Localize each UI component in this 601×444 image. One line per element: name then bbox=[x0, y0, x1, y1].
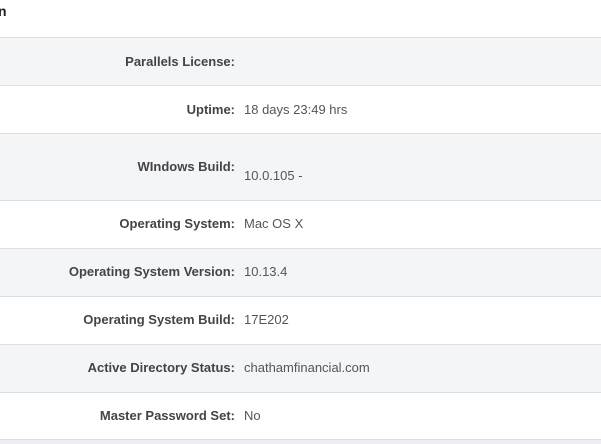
detail-row-windows-build: WIndows Build: 10.0.105 - bbox=[0, 133, 601, 200]
uptime-label: Uptime: bbox=[186, 102, 235, 117]
operating-system-value: Mac OS X bbox=[244, 216, 304, 231]
windows-build-label: WIndows Build: bbox=[137, 159, 235, 174]
active-directory-status-value: chathamfinancial.com bbox=[244, 360, 370, 375]
bottom-divider bbox=[0, 439, 601, 444]
os-build-label: Operating System Build: bbox=[83, 312, 235, 327]
detail-row-parallels-license: Parallels License: bbox=[0, 37, 601, 85]
detail-row-uptime: Uptime: 18 days 23:49 hrs bbox=[0, 85, 601, 133]
os-version-value: 10.13.4 bbox=[244, 264, 288, 279]
details-list: Parallels License: Uptime: 18 days 23:49… bbox=[0, 37, 601, 439]
detail-row-active-directory-status: Active Directory Status: chathamfinancia… bbox=[0, 344, 601, 392]
operating-system-label: Operating System: bbox=[119, 216, 235, 231]
master-password-set-label: Master Password Set: bbox=[99, 408, 235, 423]
os-build-value: 17E202 bbox=[244, 312, 289, 327]
detail-row-operating-system: Operating System: Mac OS X bbox=[0, 200, 601, 248]
parallels-license-label: Parallels License: bbox=[125, 54, 235, 69]
uptime-value: 18 days 23:49 hrs bbox=[244, 102, 348, 117]
device-details-panel: n Parallels License: Uptime: 18 days 23:… bbox=[0, 0, 601, 444]
detail-row-os-version: Operating System Version: 10.13.4 bbox=[0, 248, 601, 296]
os-version-label: Operating System Version: bbox=[68, 264, 235, 279]
windows-build-value: 10.0.105 - bbox=[244, 168, 303, 183]
detail-row-master-password-set: Master Password Set: No bbox=[0, 392, 601, 439]
detail-row-os-build: Operating System Build: 17E202 bbox=[0, 296, 601, 344]
section-title: n bbox=[0, 3, 7, 19]
master-password-set-value: No bbox=[244, 408, 261, 423]
active-directory-status-label: Active Directory Status: bbox=[87, 360, 235, 375]
